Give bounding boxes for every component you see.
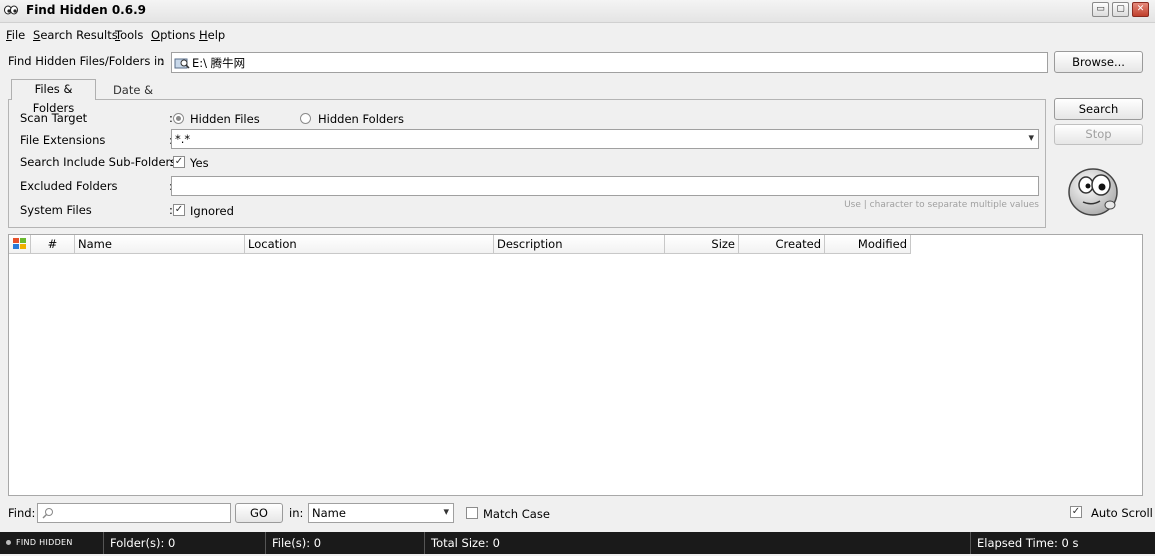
status-folders: Folder(s): 0: [103, 532, 265, 554]
close-icon: ✕: [1136, 4, 1145, 14]
tab-date-size[interactable]: Date & Size: [100, 82, 166, 113]
go-button[interactable]: GO: [235, 503, 283, 523]
location-value: E:\ 腾牛网: [192, 56, 246, 70]
mascot-face-icon: [1068, 168, 1118, 216]
column-location[interactable]: Location: [245, 235, 494, 254]
match-case-checkbox[interactable]: [466, 507, 478, 519]
status-files: File(s): 0: [265, 532, 424, 554]
check-icon: ✓: [174, 156, 184, 167]
column-created[interactable]: Created: [739, 235, 825, 254]
search-label: Search: [1078, 102, 1119, 116]
find-label: Find:: [8, 506, 36, 520]
location-input[interactable]: E:\ 腾牛网: [171, 52, 1048, 73]
hidden-files-radio[interactable]: [173, 113, 184, 124]
status-elapsed: Elapsed Time: 0 s: [970, 532, 1155, 554]
column-modified[interactable]: Modified: [825, 235, 911, 254]
windows-icon-column[interactable]: [9, 235, 31, 254]
app-eyes-icon: [4, 5, 18, 15]
excluded-folders-label: Excluded Folders: [20, 179, 118, 193]
stop-button[interactable]: Stop: [1054, 124, 1143, 145]
subfolders-checkbox[interactable]: ✓: [173, 156, 185, 168]
files-folders-panel: Scan Target : Hidden Files Hidden Folder…: [8, 99, 1046, 228]
minimize-icon: ▭: [1096, 4, 1105, 14]
file-extensions-combo[interactable]: *.* ▾: [171, 129, 1039, 149]
maximize-icon: ▢: [1116, 4, 1125, 14]
subfolders-label: Search Include Sub-Folders: [20, 155, 177, 169]
match-case-label: Match Case: [483, 507, 550, 521]
status-total-size: Total Size: 0: [424, 532, 970, 554]
results-table[interactable]: # Name Location Description Size Created…: [8, 234, 1143, 496]
file-extensions-label: File Extensions: [20, 133, 106, 147]
hidden-folders-radio[interactable]: [300, 113, 311, 124]
system-files-checkbox[interactable]: ✓: [173, 204, 185, 216]
stop-label: Stop: [1085, 127, 1112, 141]
tab-files-folders[interactable]: Files & Folders: [11, 79, 96, 115]
location-label: Find Hidden Files/Folders in: [8, 54, 165, 68]
menu-options[interactable]: Options: [151, 28, 195, 42]
column-name[interactable]: Name: [75, 235, 245, 254]
find-in-select[interactable]: Name ▾: [308, 503, 454, 523]
find-input[interactable]: [37, 503, 231, 523]
maximize-button[interactable]: ▢: [1112, 2, 1129, 17]
window-title: Find Hidden 0.6.9: [26, 3, 146, 17]
browse-button[interactable]: Browse...: [1054, 51, 1143, 73]
column-size[interactable]: Size: [665, 235, 739, 254]
column-number[interactable]: #: [31, 235, 75, 254]
file-extensions-value: *.*: [175, 132, 191, 146]
find-in-value: Name: [312, 506, 346, 520]
system-files-value: Ignored: [190, 204, 234, 218]
hidden-folders-label: Hidden Folders: [318, 112, 404, 126]
status-bar: FIND HIDDEN Folder(s): 0 File(s): 0 Tota…: [0, 532, 1155, 554]
check-icon: ✓: [174, 204, 184, 215]
menu-search-results[interactable]: Search Results: [33, 28, 118, 42]
auto-scroll-checkbox[interactable]: ✓: [1070, 506, 1082, 518]
status-app-name: FIND HIDDEN: [16, 538, 73, 547]
search-icon: [42, 508, 53, 519]
close-button[interactable]: ✕: [1132, 2, 1149, 17]
column-description[interactable]: Description: [494, 235, 665, 254]
location-colon: :: [160, 54, 164, 68]
menu-file[interactable]: File: [6, 28, 25, 42]
chevron-down-icon[interactable]: ▾: [1028, 131, 1034, 144]
status-dot-icon: [6, 540, 11, 545]
hint-text: Use | character to separate multiple val…: [844, 200, 1039, 210]
hidden-files-label: Hidden Files: [190, 112, 260, 126]
windows-logo-icon: [13, 238, 26, 249]
in-label: in:: [289, 506, 304, 520]
excluded-folders-input[interactable]: [171, 176, 1039, 196]
menu-bar: File Search Results Tools Options Help: [0, 25, 1155, 45]
go-label: GO: [250, 506, 268, 520]
search-button[interactable]: Search: [1054, 98, 1143, 120]
subfolders-value: Yes: [190, 156, 209, 170]
browse-label: Browse...: [1072, 55, 1125, 69]
menu-tools[interactable]: Tools: [115, 28, 143, 42]
check-icon: ✓: [1071, 506, 1081, 517]
minimize-button[interactable]: ▭: [1092, 2, 1109, 17]
drive-search-icon: [174, 58, 190, 69]
system-files-label: System Files: [20, 203, 92, 217]
chevron-down-icon[interactable]: ▾: [443, 505, 449, 518]
auto-scroll-label: Auto Scroll: [1091, 506, 1153, 520]
status-app: FIND HIDDEN: [0, 532, 103, 554]
title-bar: Find Hidden 0.6.9 ▭ ▢ ✕: [0, 0, 1155, 23]
menu-help[interactable]: Help: [199, 28, 225, 42]
